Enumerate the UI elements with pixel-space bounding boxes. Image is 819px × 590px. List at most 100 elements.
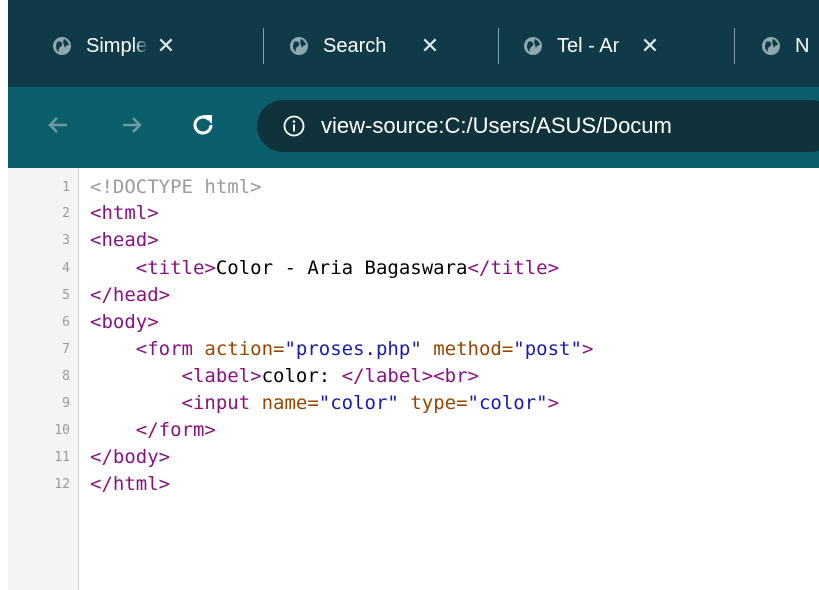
address-bar[interactable]: view-source:C:/Users/ASUS/Docum	[257, 100, 819, 152]
line-code: <form action="proses.php" method="post">	[90, 338, 594, 361]
code-token: </form>	[135, 419, 216, 441]
source-line: 3 <head>	[8, 229, 819, 252]
code-token: method=	[433, 338, 514, 360]
reload-icon	[193, 115, 213, 135]
code-token: >	[581, 338, 594, 360]
line-number: 3	[62, 233, 70, 248]
line-code: </body>	[90, 446, 170, 469]
code-token: <!DOCTYPE html>	[90, 176, 262, 198]
address-url: view-source:C:/Users/ASUS/Docum	[321, 113, 672, 138]
code-token: <head>	[90, 229, 159, 251]
source-line: 12 </html>	[8, 473, 819, 496]
source-line: 8 <label>color: </label><br>	[8, 365, 819, 388]
tab-n[interactable]: N	[761, 24, 815, 68]
code-token: <form	[135, 338, 205, 360]
source-line: 2 <html>	[8, 202, 819, 225]
tab-title: Simple	[86, 34, 148, 57]
code-token: "post"	[513, 338, 582, 360]
tab-strip: Simple ✕ Search ✕ Tel - Ar ✕ N	[0, 0, 819, 87]
line-number: 5	[62, 288, 70, 303]
code-token: type=	[410, 392, 468, 414]
code-token: "proses.php"	[284, 338, 422, 360]
source-line: 9 <input name="color" type="color">	[8, 392, 819, 415]
globe-icon	[290, 37, 308, 55]
line-code: <html>	[90, 202, 159, 225]
line-code: <head>	[90, 229, 159, 252]
source-line: 1 <!DOCTYPE html>	[8, 176, 819, 199]
tab-title: Search	[323, 34, 387, 57]
code-token: name=	[261, 392, 319, 414]
forward-arrow-icon	[123, 117, 142, 133]
info-icon[interactable]	[283, 115, 305, 137]
line-number: 8	[62, 369, 70, 384]
line-code: <title>Color - Aria Bagaswara</title>	[90, 257, 559, 280]
code-token: action=	[204, 338, 285, 360]
source-line: 5 </head>	[8, 284, 819, 307]
tab-title: N	[795, 34, 810, 57]
source-line: 7 <form action="proses.php" method="post…	[8, 338, 819, 361]
code-token: <label>	[181, 365, 262, 387]
globe-icon	[53, 37, 71, 55]
code-token: "color"	[318, 392, 399, 414]
source-line: 10 </form>	[8, 419, 819, 442]
line-number: 9	[62, 396, 70, 411]
code-token: </head>	[90, 284, 171, 306]
line-code: <!DOCTYPE html>	[90, 176, 262, 199]
line-code: <label>color: </label><br>	[90, 365, 479, 388]
reload-button[interactable]	[183, 105, 223, 145]
tab-separator	[498, 28, 499, 64]
back-button[interactable]	[38, 105, 78, 145]
code-token: color:	[261, 365, 342, 387]
code-token: Color - Aria Bagaswara	[215, 257, 468, 279]
line-number: 10	[54, 423, 70, 438]
line-number: 7	[62, 342, 70, 357]
window-edge	[0, 0, 8, 590]
forward-button[interactable]	[112, 105, 152, 145]
code-token: <html>	[90, 202, 159, 224]
line-code: </form>	[90, 419, 216, 442]
line-number: 12	[54, 477, 70, 492]
globe-icon	[762, 37, 780, 55]
tab-separator	[734, 28, 735, 64]
globe-icon	[524, 37, 542, 55]
code-token: <br>	[433, 365, 479, 387]
source-line: 11 </body>	[8, 446, 819, 469]
back-arrow-icon	[48, 117, 67, 133]
line-number: 6	[62, 315, 70, 330]
code-token: </title>	[467, 257, 560, 279]
source-line: 4 <title>Color - Aria Bagaswara</title>	[8, 257, 819, 280]
source-line: 6 <body>	[8, 311, 819, 334]
tab-search[interactable]: Search ✕	[289, 24, 441, 68]
tab-title: Tel - Ar	[557, 34, 620, 57]
line-code: <input name="color" type="color">	[90, 392, 560, 415]
source-view: 1 <!DOCTYPE html> 2 <html> 3 <head> 4 <title>C…	[8, 168, 819, 590]
tab-separator	[263, 28, 264, 64]
code-token: "color"	[467, 392, 548, 414]
code-token: >	[547, 392, 560, 414]
line-code: </head>	[90, 284, 170, 307]
code-token: <input	[181, 392, 262, 414]
close-icon[interactable]: ✕	[639, 33, 661, 59]
close-icon[interactable]: ✕	[419, 33, 441, 59]
close-icon[interactable]: ✕	[155, 33, 177, 59]
tab-tel[interactable]: Tel - Ar ✕	[523, 24, 661, 68]
code-token: </html>	[90, 473, 171, 495]
code-token: <title>	[135, 257, 216, 279]
line-code: </html>	[90, 473, 170, 496]
code-token: </body>	[90, 446, 171, 468]
line-number: 2	[62, 206, 70, 221]
line-number: 1	[62, 180, 70, 195]
line-number: 11	[54, 450, 70, 465]
toolbar: view-source:C:/Users/ASUS/Docum	[0, 87, 819, 168]
line-code: <body>	[90, 311, 159, 334]
code-token: </label>	[341, 365, 434, 387]
code-token: <body>	[90, 311, 159, 333]
tab-simple[interactable]: Simple ✕	[52, 24, 177, 68]
